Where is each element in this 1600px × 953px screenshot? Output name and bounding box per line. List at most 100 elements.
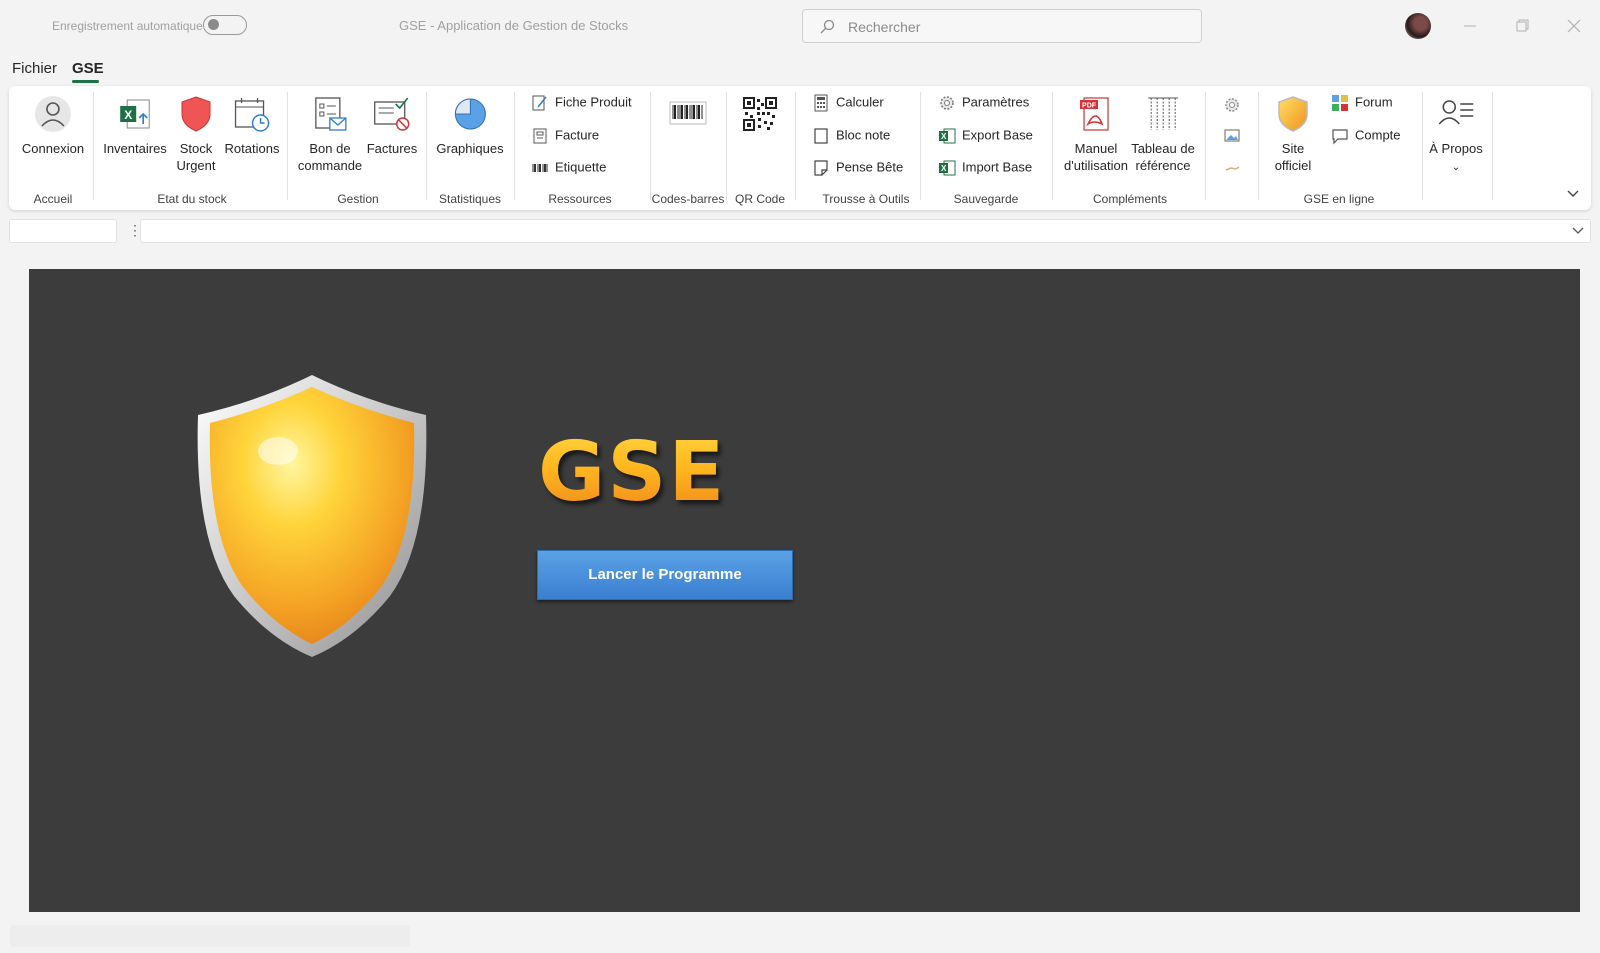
- group-label-ressources: Ressources: [548, 192, 612, 206]
- ribbon-collapse-chevron-icon[interactable]: [1565, 188, 1581, 200]
- group-label-codes-barres: Codes-barres: [651, 192, 725, 206]
- group-separator: [795, 92, 796, 200]
- excel-icon: X: [939, 160, 956, 176]
- pense-bete-button[interactable]: Pense Bête: [812, 159, 903, 177]
- graphiques-button[interactable]: Graphiques: [436, 94, 504, 157]
- group-label-etat-stock: Etat du stock: [157, 192, 227, 206]
- site-officiel-button[interactable]: Site officiel: [1273, 94, 1313, 174]
- graphiques-label: Graphiques: [436, 141, 504, 156]
- compte-button[interactable]: Compte: [1331, 127, 1401, 145]
- title-bar: Enregistrement automatique GSE - Applica…: [0, 0, 1600, 52]
- group-label-complements: Compléments: [1092, 192, 1168, 206]
- expand-chevron-icon[interactable]: [1572, 227, 1584, 235]
- manuel-button[interactable]: PDF Manuel d'utilisation: [1064, 94, 1128, 174]
- export-base-button[interactable]: X Export Base: [938, 127, 1033, 145]
- notepad-icon: [814, 128, 828, 144]
- pdf-icon: PDF: [1079, 97, 1109, 131]
- group-separator: [1205, 92, 1206, 200]
- group-separator: [650, 92, 651, 200]
- search-icon: [820, 19, 835, 34]
- factures-button[interactable]: Factures: [366, 94, 418, 157]
- stock-urgent-label-1: Stock: [179, 141, 213, 156]
- factures-label: Factures: [366, 141, 418, 156]
- search-placeholder: Rechercher: [848, 19, 921, 35]
- svg-text:X: X: [941, 164, 947, 173]
- a-propos-button[interactable]: À Propos ⌄: [1429, 94, 1483, 176]
- etiquette-button[interactable]: Etiquette: [531, 159, 606, 177]
- calendar-clock-icon: [235, 98, 270, 132]
- image-icon[interactable]: [1223, 127, 1241, 145]
- rotations-button[interactable]: Rotations: [224, 94, 280, 157]
- edit-document-icon: [532, 95, 547, 111]
- settings-icon[interactable]: [1223, 96, 1241, 114]
- inventaires-button[interactable]: X Inventaires: [103, 94, 167, 157]
- codes-barres-button[interactable]: [668, 94, 708, 140]
- group-label-trousse: Trousse à Outils: [822, 192, 910, 206]
- fiche-produit-label: Fiche Produit: [555, 94, 632, 110]
- formula-bar[interactable]: [140, 219, 1591, 243]
- group-separator: [1422, 92, 1423, 200]
- pense-bete-label: Pense Bête: [836, 159, 904, 175]
- fiche-produit-button[interactable]: Fiche Produit: [531, 94, 632, 112]
- calculer-button[interactable]: Calculer: [812, 94, 884, 112]
- minimize-icon[interactable]: [1458, 14, 1482, 38]
- close-icon[interactable]: [1562, 14, 1586, 38]
- group-separator: [1258, 92, 1259, 200]
- ribbon: Connexion Accueil X Inventaires Stock Ur…: [9, 86, 1591, 210]
- manuel-label-2: d'utilisation: [1064, 158, 1128, 173]
- avatar[interactable]: [1405, 13, 1431, 39]
- bon-commande-button[interactable]: Bon de commande: [298, 94, 362, 174]
- gse-logo-text: GSE: [538, 425, 727, 520]
- status-bar: [10, 925, 410, 947]
- group-separator: [920, 92, 921, 200]
- a-propos-label: À Propos: [1429, 141, 1483, 156]
- group-label-statistiques: Statistiques: [438, 192, 502, 206]
- autosave-toggle[interactable]: [203, 15, 247, 35]
- receipt-icon: [533, 128, 547, 144]
- restore-icon[interactable]: [1510, 14, 1534, 38]
- barcode-icon: [669, 101, 707, 125]
- tableau-label-2: référence: [1135, 158, 1191, 173]
- forum-button[interactable]: Forum: [1331, 94, 1393, 112]
- qr-code-icon: [743, 97, 777, 131]
- tab-gse[interactable]: GSE: [72, 60, 104, 77]
- bloc-note-button[interactable]: Bloc note: [812, 127, 890, 145]
- qr-code-button[interactable]: [740, 94, 780, 140]
- launch-program-button[interactable]: Lancer le Programme: [537, 550, 793, 600]
- chevron-down-icon: ⌄: [1451, 162, 1461, 173]
- bloc-note-label: Bloc note: [836, 127, 891, 143]
- excel-icon: X: [939, 128, 956, 144]
- connexion-label: Connexion: [21, 141, 85, 156]
- group-separator: [726, 92, 727, 200]
- facture-button[interactable]: Facture: [531, 127, 599, 145]
- search-box[interactable]: Rechercher: [802, 9, 1202, 43]
- site-officiel-label-1: Site: [1281, 141, 1305, 156]
- parametres-button[interactable]: Paramètres: [938, 94, 1029, 112]
- shield-icon: [181, 96, 211, 132]
- rotations-label: Rotations: [224, 141, 280, 156]
- group-separator: [287, 92, 288, 200]
- connexion-button[interactable]: Connexion: [22, 94, 84, 157]
- group-separator: [93, 92, 94, 200]
- shield-icon: [1278, 96, 1308, 132]
- site-officiel-label-2: officiel: [1274, 158, 1312, 173]
- tableau-label-1: Tableau de: [1131, 141, 1195, 156]
- bon-commande-label-2: commande: [297, 158, 363, 173]
- group-label-gse-en-ligne: GSE en ligne: [1303, 192, 1375, 206]
- import-base-label: Import Base: [962, 159, 1033, 175]
- window-title: GSE - Application de Gestion de Stocks: [399, 18, 629, 33]
- toggle-knob: [208, 19, 219, 30]
- etiquette-label: Etiquette: [555, 159, 607, 175]
- parametres-label: Paramètres: [962, 94, 1030, 110]
- tab-fichier[interactable]: Fichier: [12, 60, 57, 77]
- svg-text:X: X: [124, 108, 132, 122]
- barcode-icon: [532, 164, 548, 172]
- name-box[interactable]: [9, 219, 117, 243]
- import-base-button[interactable]: X Import Base: [938, 159, 1032, 177]
- group-label-accueil: Accueil: [33, 192, 73, 206]
- gear-icon: [940, 96, 954, 110]
- stock-urgent-button[interactable]: Stock Urgent: [176, 94, 216, 174]
- tableau-reference-button[interactable]: Tableau de référence: [1131, 94, 1195, 174]
- invoice-icon: [374, 97, 410, 131]
- chart-line-icon[interactable]: [1223, 158, 1241, 176]
